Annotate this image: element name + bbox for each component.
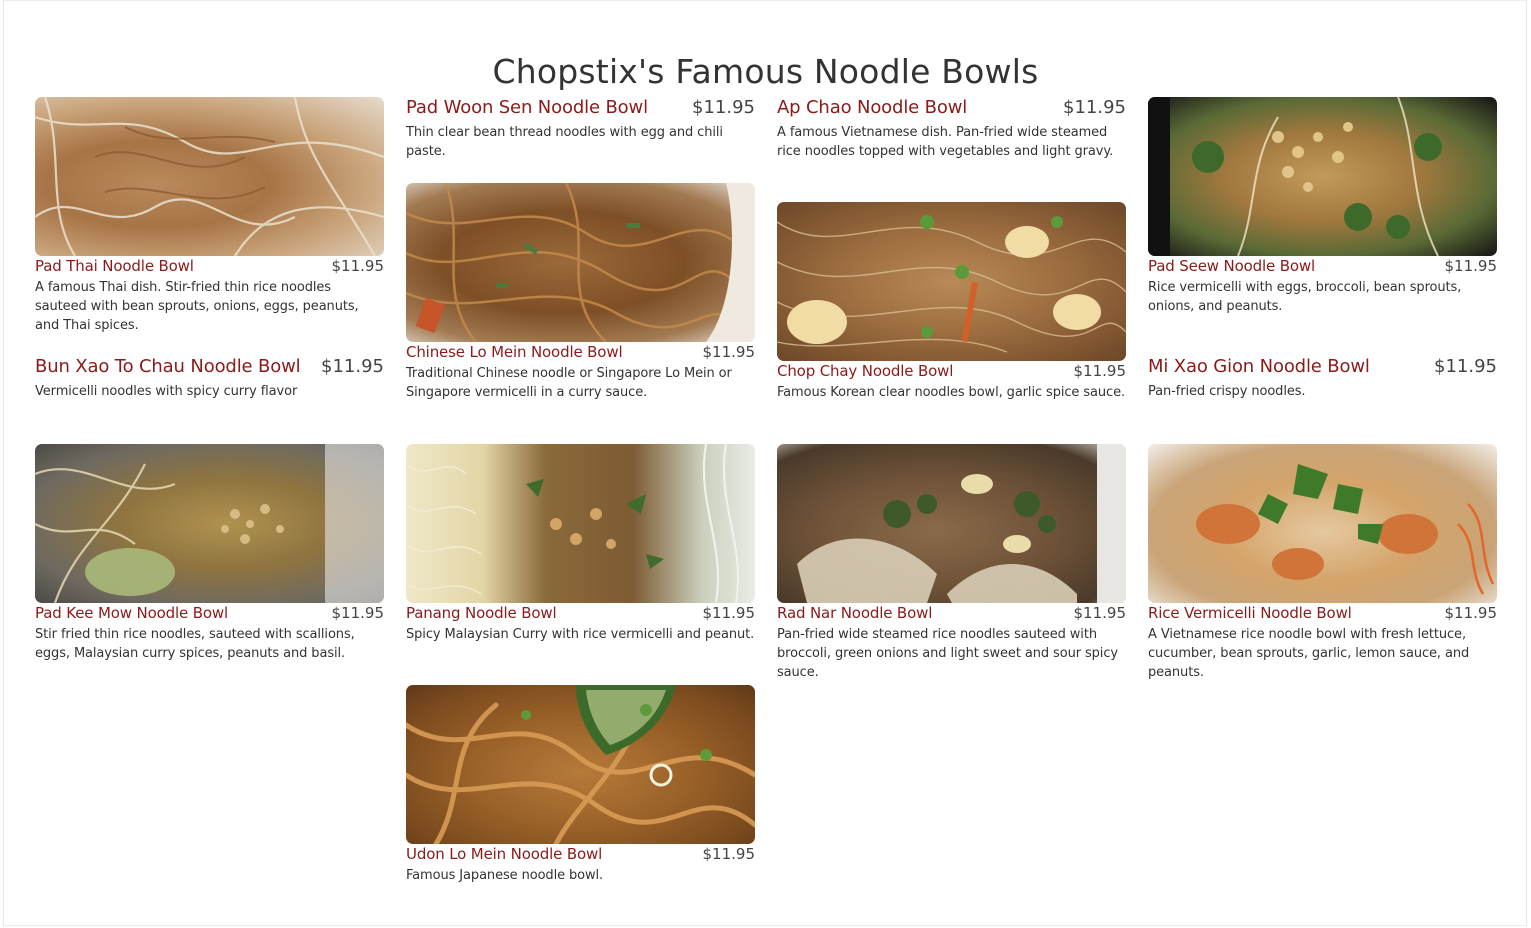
menu-item-name[interactable]: Pad Thai Noodle Bowl	[35, 257, 194, 276]
menu-item-description: Vermicelli noodles with spicy curry flav…	[35, 384, 298, 399]
menu-item-name[interactable]: Pad Woon Sen Noodle Bowl	[406, 97, 648, 119]
menu-item-name[interactable]: Mi Xao Gion Noodle Bowl	[1148, 356, 1370, 378]
menu-item-ap-chao[interactable]: Ap Chao Noodle Bowl $11.95 A famous Viet…	[777, 97, 1126, 161]
menu-item-header: Rice Vermicelli Noodle Bowl $11.95	[1148, 604, 1497, 623]
menu-item-rice-vermicelli[interactable]: Rice Vermicelli Noodle Bowl $11.95 A Vie…	[1148, 444, 1497, 682]
menu-item-price: $11.95	[321, 356, 384, 377]
pad-thai-photo	[35, 97, 384, 256]
menu-item-header: Panang Noodle Bowl $11.95	[406, 604, 755, 623]
menu-item-header: Mi Xao Gion Noodle Bowl $11.95	[1148, 356, 1497, 378]
menu-item-udon-lo-mein[interactable]: Udon Lo Mein Noodle Bowl $11.95 Famous J…	[406, 685, 755, 885]
menu-item-price: $11.95	[702, 845, 756, 863]
menu-item-price: $11.95	[1073, 362, 1127, 380]
menu-item-price: $11.95	[702, 343, 756, 361]
panang-photo	[406, 444, 755, 603]
menu-item-name[interactable]: Rice Vermicelli Noodle Bowl	[1148, 604, 1352, 623]
menu-item-bun-xao-to-chau[interactable]: Bun Xao To Chau Noodle Bowl $11.95 Vermi…	[35, 356, 384, 401]
menu-item-description: Famous Japanese noodle bowl.	[406, 868, 604, 883]
menu-item-header: Pad Woon Sen Noodle Bowl $11.95	[406, 97, 755, 119]
menu-item-price: $11.95	[1063, 97, 1126, 118]
udon-lo-mein-photo	[406, 685, 755, 844]
menu-item-name[interactable]: Udon Lo Mein Noodle Bowl	[406, 845, 602, 864]
page-title: Chopstix's Famous Noodle Bowls	[492, 52, 1039, 92]
chinese-lo-mein-photo	[406, 183, 755, 342]
menu-item-description: Rice vermicelli with eggs, broccoli, bea…	[1148, 280, 1462, 314]
menu-item-pad-seew[interactable]: Pad Seew Noodle Bowl $11.95 Rice vermice…	[1148, 97, 1497, 316]
rad-nar-photo	[777, 444, 1126, 603]
menu-item-description: Pan-fried crispy noodles.	[1148, 384, 1306, 399]
rice-vermicelli-photo	[1148, 444, 1497, 603]
menu-item-name[interactable]: Chop Chay Noodle Bowl	[777, 362, 953, 381]
menu-item-header: Rad Nar Noodle Bowl $11.95	[777, 604, 1126, 623]
menu-item-price: $11.95	[331, 257, 385, 275]
menu-item-panang[interactable]: Panang Noodle Bowl $11.95 Spicy Malaysia…	[406, 444, 755, 644]
menu-item-description: A Vietnamese rice noodle bowl with fresh…	[1148, 627, 1470, 680]
menu-item-description: A famous Thai dish. Stir-fried thin rice…	[35, 280, 359, 333]
menu-item-header: Chop Chay Noodle Bowl $11.95	[777, 362, 1126, 381]
menu-item-price: $11.95	[702, 604, 756, 622]
menu-item-name[interactable]: Rad Nar Noodle Bowl	[777, 604, 932, 623]
menu-item-pad-kee-mow[interactable]: Pad Kee Mow Noodle Bowl $11.95 Stir frie…	[35, 444, 384, 663]
menu-item-description: Traditional Chinese noodle or Singapore …	[406, 366, 732, 400]
pad-seew-photo	[1148, 97, 1497, 256]
menu-item-header: Udon Lo Mein Noodle Bowl $11.95	[406, 845, 755, 864]
menu-item-description: Spicy Malaysian Curry with rice vermicel…	[406, 627, 755, 642]
menu-item-description: Thin clear bean thread noodles with egg …	[406, 125, 723, 159]
menu-item-description: A famous Vietnamese dish. Pan-fried wide…	[777, 125, 1114, 159]
menu-item-name[interactable]: Pad Kee Mow Noodle Bowl	[35, 604, 228, 623]
menu-item-name[interactable]: Ap Chao Noodle Bowl	[777, 97, 967, 119]
menu-item-description: Pan-fried wide steamed rice noodles saut…	[777, 627, 1118, 680]
menu-item-name[interactable]: Panang Noodle Bowl	[406, 604, 557, 623]
menu-item-price: $11.95	[1073, 604, 1127, 622]
menu-item-description: Famous Korean clear noodles bowl, garlic…	[777, 385, 1126, 400]
menu-item-name[interactable]: Pad Seew Noodle Bowl	[1148, 257, 1315, 276]
menu-item-header: Chinese Lo Mein Noodle Bowl $11.95	[406, 343, 755, 362]
menu-item-name[interactable]: Bun Xao To Chau Noodle Bowl	[35, 356, 301, 378]
menu-item-header: Pad Kee Mow Noodle Bowl $11.95	[35, 604, 384, 623]
menu-item-chop-chay[interactable]: Chop Chay Noodle Bowl $11.95 Famous Kore…	[777, 202, 1126, 402]
chop-chay-photo	[777, 202, 1126, 361]
menu-item-pad-woon-sen[interactable]: Pad Woon Sen Noodle Bowl $11.95 Thin cle…	[406, 97, 755, 161]
menu-item-price: $11.95	[1444, 604, 1498, 622]
menu-item-rad-nar[interactable]: Rad Nar Noodle Bowl $11.95 Pan-fried wid…	[777, 444, 1126, 682]
menu-item-pad-thai[interactable]: Pad Thai Noodle Bowl $11.95 A famous Tha…	[35, 97, 384, 335]
menu-item-header: Pad Thai Noodle Bowl $11.95	[35, 257, 384, 276]
menu-item-header: Bun Xao To Chau Noodle Bowl $11.95	[35, 356, 384, 378]
menu-item-mi-xao-gion[interactable]: Mi Xao Gion Noodle Bowl $11.95 Pan-fried…	[1148, 356, 1497, 401]
menu-item-header: Ap Chao Noodle Bowl $11.95	[777, 97, 1126, 119]
pad-kee-mow-photo	[35, 444, 384, 603]
menu-item-name[interactable]: Chinese Lo Mein Noodle Bowl	[406, 343, 623, 362]
menu-item-header: Pad Seew Noodle Bowl $11.95	[1148, 257, 1497, 276]
menu-item-price: $11.95	[1444, 257, 1498, 275]
menu-item-price: $11.95	[331, 604, 385, 622]
menu-item-price: $11.95	[692, 97, 755, 118]
menu-item-price: $11.95	[1434, 356, 1497, 377]
menu-item-description: Stir fried thin rice noodles, sauteed wi…	[35, 627, 355, 661]
menu-item-chinese-lo-mein[interactable]: Chinese Lo Mein Noodle Bowl $11.95 Tradi…	[406, 183, 755, 402]
